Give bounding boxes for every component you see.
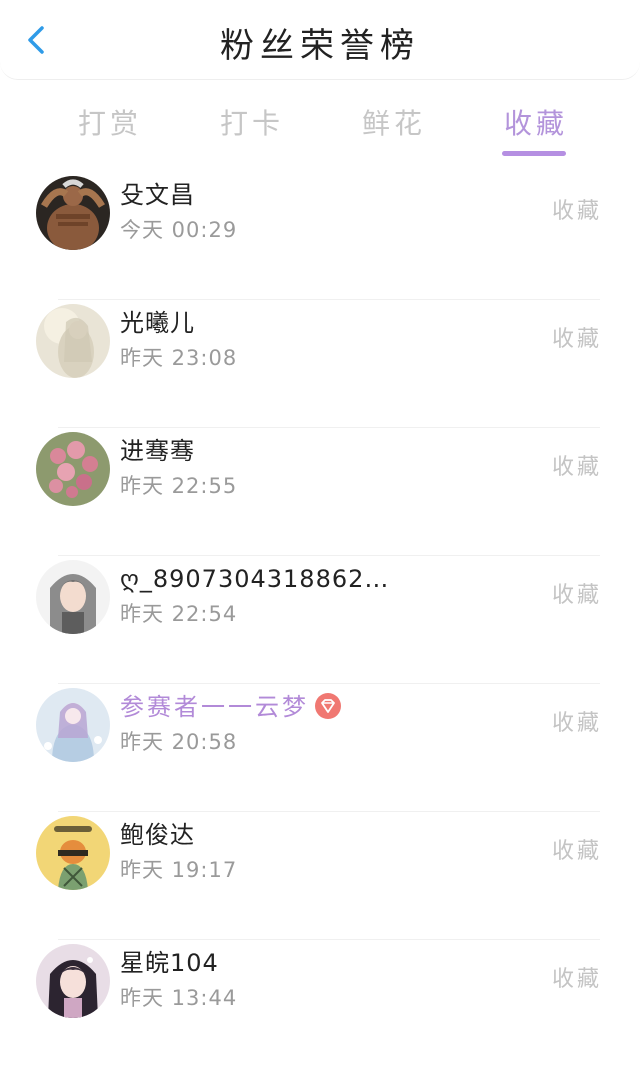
- active-tab-indicator: [502, 151, 566, 156]
- tab-bar: 打赏 打卡 鲜花 收藏: [0, 96, 640, 160]
- fan-name: 星皖104: [120, 949, 219, 977]
- favorite-label: 收藏: [551, 839, 602, 864]
- fan-time: 今天 00:29: [120, 218, 238, 242]
- list-item[interactable]: 殳文昌 今天 00:29 收藏: [0, 172, 640, 300]
- avatar: [36, 432, 110, 506]
- tab-flowers[interactable]: 鲜花: [362, 106, 426, 142]
- tab-favorites[interactable]: 收藏: [504, 106, 568, 142]
- favorite-label: 收藏: [551, 711, 602, 736]
- fan-time: 昨天 22:54: [120, 602, 238, 626]
- top-bar: 粉丝荣誉榜: [0, 0, 640, 80]
- avatar: [36, 944, 110, 1018]
- fan-time: 昨天 20:58: [120, 730, 238, 754]
- avatar: [36, 304, 110, 378]
- avatar: [36, 560, 110, 634]
- list-item[interactable]: 星皖104 昨天 13:44 收藏: [0, 940, 640, 1068]
- tab-checkin[interactable]: 打卡: [220, 106, 284, 142]
- fan-name-text: 参赛者一一云梦: [120, 693, 309, 721]
- favorite-label: 收藏: [551, 967, 602, 992]
- list-item[interactable]: 进骞骞 昨天 22:55 收藏: [0, 428, 640, 556]
- fan-time: 昨天 22:55: [120, 474, 238, 498]
- tab-reward[interactable]: 打赏: [78, 106, 142, 142]
- list-item[interactable]: 光曦儿 昨天 23:08 收藏: [0, 300, 640, 428]
- fan-name: 进骞骞: [120, 437, 195, 465]
- fan-name: 参赛者一一云梦: [120, 692, 341, 722]
- fan-time: 昨天 19:17: [120, 858, 238, 882]
- fan-name: 鲍俊达: [120, 821, 195, 849]
- list-item[interactable]: 鲍俊达 昨天 19:17 收藏: [0, 812, 640, 940]
- avatar: [36, 688, 110, 762]
- fan-time: 昨天 13:44: [120, 986, 238, 1010]
- favorite-label: 收藏: [551, 455, 602, 480]
- fan-time: 昨天 23:08: [120, 346, 238, 370]
- favorite-label: 收藏: [551, 327, 602, 352]
- avatar: [36, 176, 110, 250]
- list-item[interactable]: ღ_8907304318862… 昨天 22:54 收藏: [0, 556, 640, 684]
- avatar: [36, 816, 110, 890]
- favorite-label: 收藏: [551, 583, 602, 608]
- page-title: 粉丝荣誉榜: [220, 26, 420, 66]
- diamond-badge-icon: [315, 693, 341, 719]
- fan-name: ღ_8907304318862…: [120, 565, 390, 593]
- fan-name: 光曦儿: [120, 309, 195, 337]
- fan-name: 殳文昌: [120, 181, 195, 209]
- favorite-label: 收藏: [551, 199, 602, 224]
- list-item[interactable]: 参赛者一一云梦 昨天 20:58 收藏: [0, 684, 640, 812]
